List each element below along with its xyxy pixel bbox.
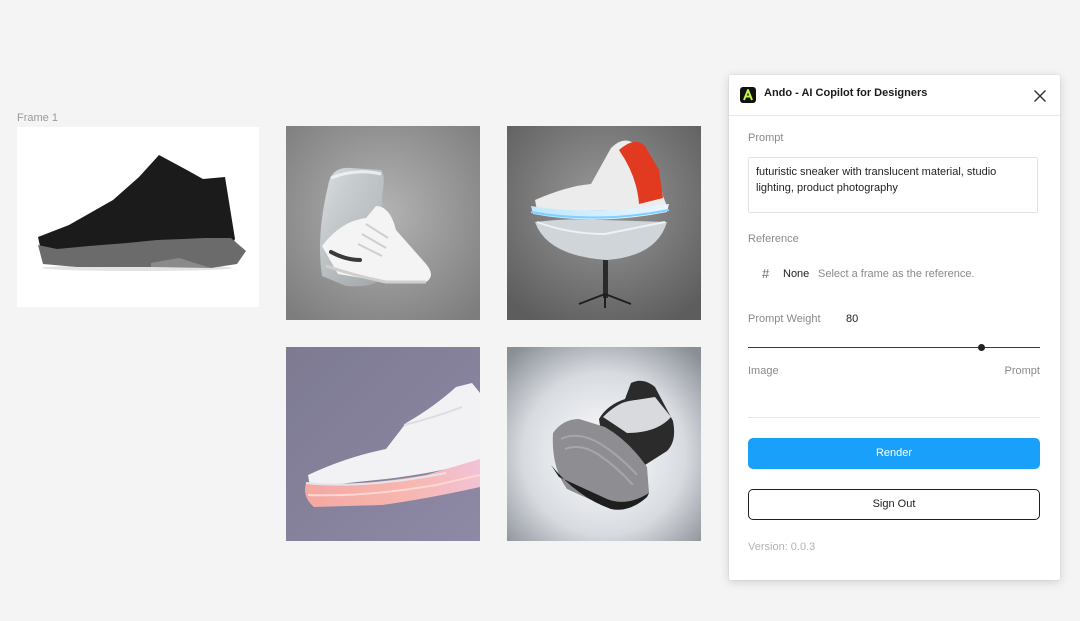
generated-image-1[interactable] [286,126,480,320]
sneaker-glowing-sole-image [286,347,480,541]
reference-hint: Select a frame as the reference. [818,268,975,280]
design-canvas[interactable]: Frame 1 Ando - AI Copilot for Designers … [0,0,1080,621]
reference-label: Reference [748,233,799,245]
slider-thumb[interactable] [978,344,986,351]
slider-prompt-label: Prompt [1004,365,1040,377]
frame-label[interactable]: Frame 1 [17,112,58,124]
generated-image-3[interactable] [286,347,480,541]
panel-title: Ando - AI Copilot for Designers [764,87,928,99]
version-text: Version: 0.0.3 [748,541,816,553]
prompt-input[interactable]: futuristic sneaker with translucent mate… [748,157,1038,213]
close-icon [1034,90,1046,102]
reference-value: None [783,268,810,280]
sneaker-in-glass-image [286,126,480,320]
sneaker-sketch-image [38,155,246,271]
panel-header: Ando - AI Copilot for Designers [729,75,1060,116]
generated-image-2[interactable] [507,126,701,320]
prompt-weight-label: Prompt Weight [748,313,821,325]
sneaker-on-stand-image [507,126,701,320]
divider [748,417,1040,418]
prompt-weight-value: 80 [846,313,859,325]
frame-1[interactable] [17,127,259,307]
render-button[interactable]: Render [748,438,1040,469]
ando-logo-icon [740,87,756,103]
close-button[interactable] [1029,85,1051,107]
frame-hash-icon: # [762,266,770,281]
sneaker-pair-image [507,347,701,541]
slider-image-label: Image [748,365,779,377]
prompt-label: Prompt [748,132,784,144]
generated-image-4[interactable] [507,347,701,541]
prompt-weight-slider[interactable] [748,347,1040,348]
sign-out-button[interactable]: Sign Out [748,489,1040,520]
plugin-panel: Ando - AI Copilot for Designers Prompt f… [729,75,1060,580]
